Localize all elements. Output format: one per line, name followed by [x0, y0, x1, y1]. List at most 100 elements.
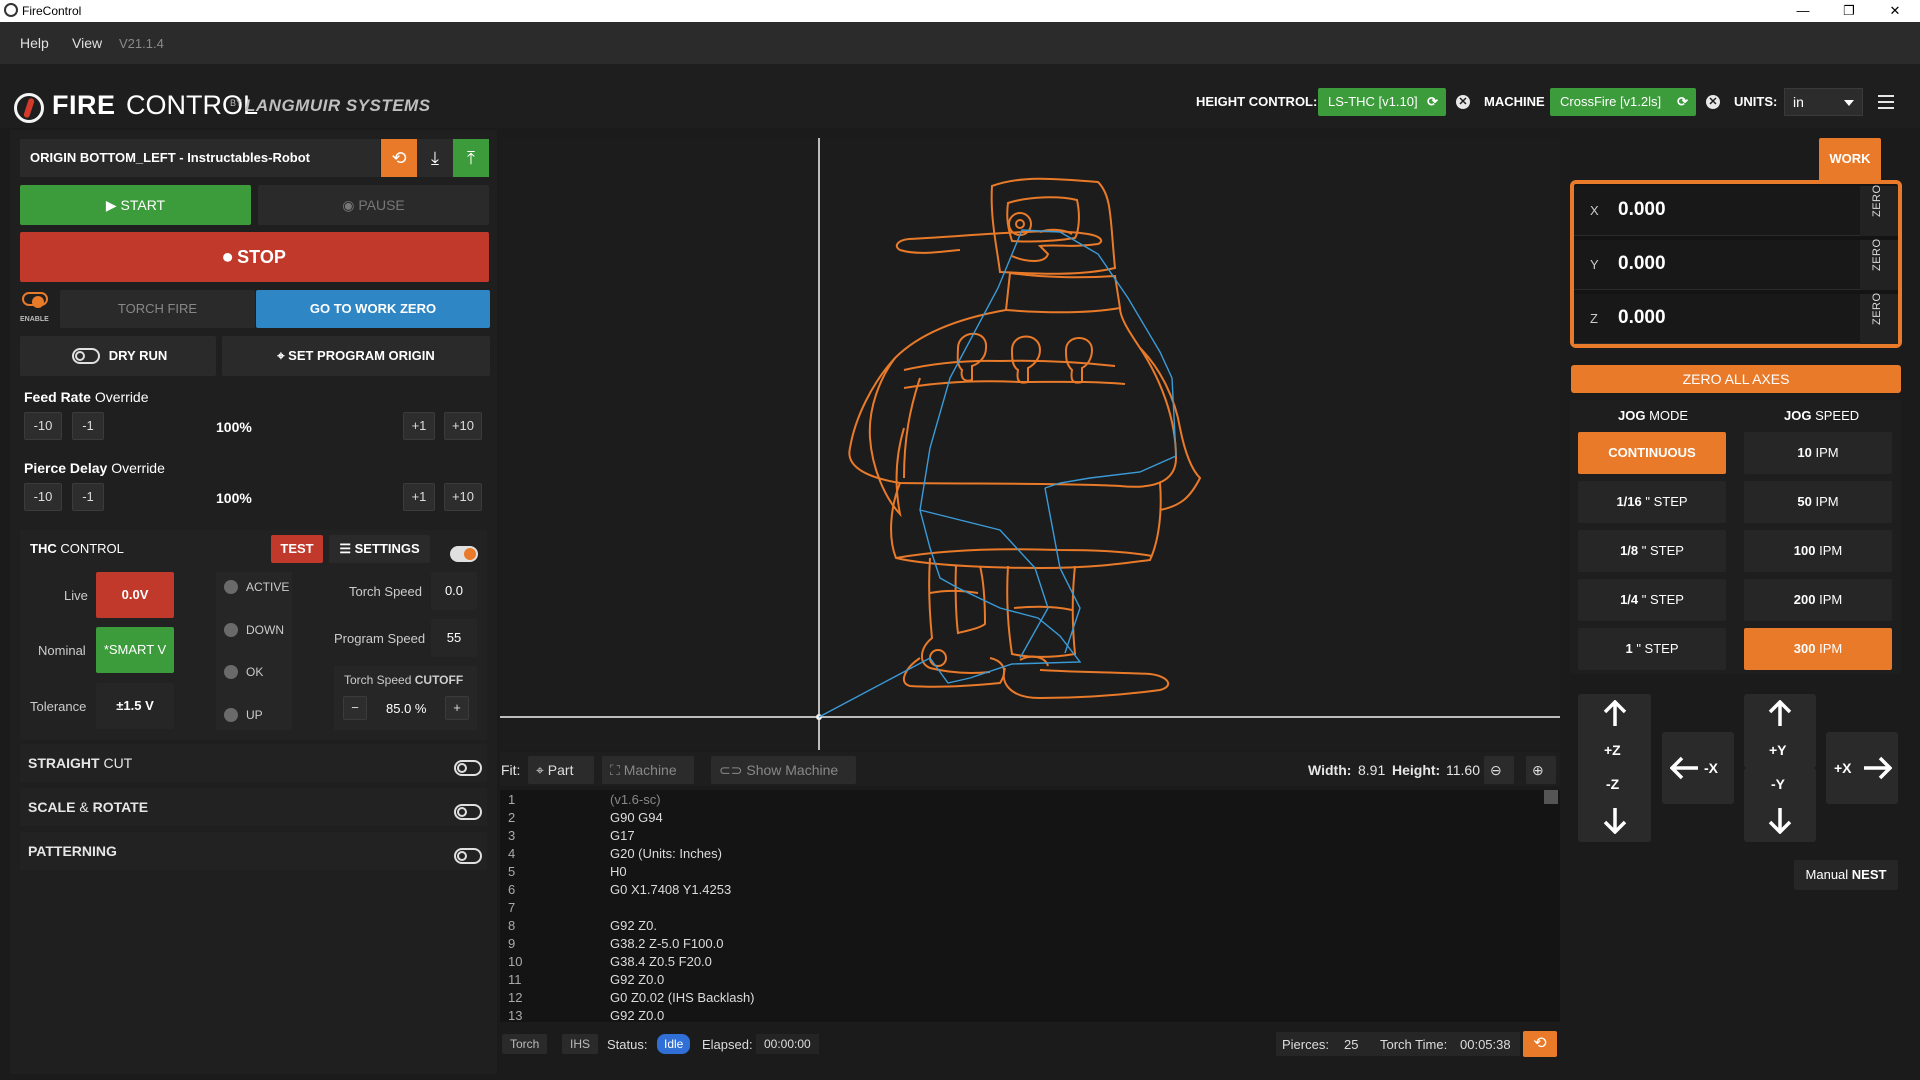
enable-toggle[interactable] — [22, 292, 48, 308]
refresh-icon: ⟳ — [1677, 94, 1688, 109]
expand-icon: ⛶ — [610, 762, 624, 778]
feed-rate-value: 100% — [216, 419, 252, 435]
show-machine-button[interactable]: ⊂⊃ Show Machine — [711, 756, 856, 784]
tolerance-value[interactable]: ±1.5 V — [96, 683, 174, 729]
units-value: in — [1793, 94, 1804, 110]
nominal-voltage[interactable]: *SMART V — [96, 627, 174, 673]
set-program-origin-button[interactable]: ⌖ SET PROGRAM ORIGIN — [222, 336, 490, 376]
jog-minus-z-button[interactable]: -Z — [1578, 768, 1651, 842]
pierce-plus1-button[interactable]: +1 — [403, 483, 435, 511]
cutoff-value: 85.0 % — [386, 701, 427, 716]
pierce-plus10-button[interactable]: +10 — [444, 483, 482, 511]
patterning-section[interactable]: PATTERNING — [20, 832, 487, 870]
pierce-delay-value: 100% — [216, 490, 252, 506]
pierce-delay-sub: Override — [111, 460, 165, 476]
gcode-scrollbar[interactable] — [1544, 790, 1558, 804]
height-control-button[interactable]: LS-THC [v1.10] ⟳ — [1318, 88, 1446, 116]
zero-all-axes-button[interactable]: ZERO ALL AXES — [1571, 365, 1901, 393]
close-window-button[interactable]: ✕ — [1872, 0, 1918, 22]
jog-speed-300[interactable]: 300 IPM — [1744, 628, 1892, 670]
height-control-label: HEIGHT CONTROL: — [1196, 94, 1318, 109]
fit-machine-button[interactable]: ⛶ Machine — [602, 756, 694, 784]
jog-plus-x-button[interactable]: +X — [1826, 732, 1898, 804]
menu-view[interactable]: View — [72, 35, 102, 51]
jog-speed-200[interactable]: 200 IPM — [1744, 579, 1892, 621]
jog-mode-continuous[interactable]: CONTINUOUS — [1578, 432, 1726, 474]
menu-help[interactable]: Help — [20, 35, 49, 51]
x-axis-value[interactable]: 0.000 — [1618, 199, 1666, 221]
window-titlebar: FireControl — ❐ ✕ — [0, 0, 1920, 22]
feed-minus10-button[interactable]: -10 — [24, 412, 62, 440]
straight-cut-section[interactable]: STRAIGHT CUT — [20, 744, 487, 782]
plus-x-label: +X — [1834, 760, 1852, 776]
status-label: Status: — [607, 1037, 648, 1052]
up-indicator-icon — [224, 708, 238, 722]
thc-settings-button[interactable]: ☰ SETTINGS — [329, 535, 430, 563]
disconnect-machine-icon[interactable]: ✕ — [1706, 95, 1720, 109]
cutoff-plus-button[interactable]: + — [445, 696, 469, 720]
thc-enable-toggle[interactable] — [450, 546, 478, 562]
restore-button[interactable]: ❐ — [1826, 0, 1872, 22]
feed-plus10-button[interactable]: +10 — [444, 412, 482, 440]
jog-mode-1-16-step[interactable]: 1/16 " STEP — [1578, 481, 1726, 523]
elapsed-label: Elapsed: — [702, 1037, 753, 1052]
origin-icon: ⌖ — [277, 348, 289, 363]
jog-mode-1-step[interactable]: 1 " STEP — [1578, 628, 1726, 670]
settings-menu-icon[interactable] — [1876, 92, 1896, 112]
live-label: Live — [64, 588, 88, 603]
toolpath-canvas[interactable] — [500, 138, 1560, 750]
zoom-in-icon[interactable]: ⊕ — [1526, 756, 1556, 784]
reset-stats-icon[interactable]: ⟲ — [1523, 1031, 1557, 1057]
jog-minus-x-button[interactable]: -X — [1662, 732, 1734, 804]
jog-speed-10[interactable]: 10 IPM — [1744, 432, 1892, 474]
minus-x-label: -X — [1704, 760, 1718, 776]
pause-button[interactable]: ◉ PAUSE — [258, 185, 489, 225]
machine-button[interactable]: CrossFire [v1.2ls] ⟳ — [1550, 88, 1696, 116]
units-select[interactable]: in — [1784, 88, 1863, 116]
stop-icon: ⏺ — [223, 247, 238, 267]
jog-mode-1-4-step[interactable]: 1/4 " STEP — [1578, 579, 1726, 621]
upload-icon[interactable]: ⤒ — [453, 139, 489, 177]
elapsed-value: 00:00:00 — [756, 1034, 819, 1054]
thc-test-button[interactable]: TEST — [271, 535, 323, 563]
scale-rotate-section[interactable]: SCALE & ROTATE — [20, 788, 487, 826]
stop-button[interactable]: ⏺ STOP — [20, 232, 489, 282]
dry-run-button[interactable]: DRY RUN — [20, 336, 216, 376]
disconnect-thc-icon[interactable]: ✕ — [1456, 95, 1470, 109]
pierce-minus1-button[interactable]: -1 — [72, 483, 104, 511]
zero-y-button[interactable]: ZERO — [1860, 238, 1898, 290]
jog-speed-50[interactable]: 50 IPM — [1744, 481, 1892, 523]
feed-plus1-button[interactable]: +1 — [403, 412, 435, 440]
zero-z-button[interactable]: ZERO — [1860, 292, 1898, 344]
jog-speed-bold: JOG — [1784, 408, 1812, 423]
zero-x-button[interactable]: ZERO — [1860, 184, 1898, 236]
download-icon[interactable]: ⤓ — [417, 139, 453, 177]
jog-plus-y-button[interactable]: +Y — [1744, 694, 1816, 768]
work-tab[interactable]: WORK — [1819, 138, 1881, 180]
torch-fire-button[interactable]: TORCH FIRE — [60, 290, 255, 328]
fit-part-button[interactable]: ⌖ Part — [528, 756, 594, 784]
cut-path — [848, 177, 1202, 700]
feed-minus1-button[interactable]: -1 — [72, 412, 104, 440]
jog-minus-y-button[interactable]: -Y — [1744, 768, 1816, 842]
minimize-button[interactable]: — — [1780, 0, 1826, 22]
jog-plus-z-button[interactable]: +Z — [1578, 694, 1651, 768]
y-axis-value[interactable]: 0.000 — [1618, 253, 1666, 275]
go-to-work-zero-button[interactable]: GO TO WORK ZERO — [256, 290, 490, 328]
arrow-left-icon — [1670, 756, 1698, 780]
z-axis-value[interactable]: 0.000 — [1618, 307, 1666, 329]
straight-cut-toggle[interactable] — [454, 760, 482, 776]
jog-mode-1-8-step[interactable]: 1/8 " STEP — [1578, 530, 1726, 572]
manual-nest-button[interactable]: Manual NEST — [1794, 860, 1898, 890]
jog-speed-100[interactable]: 100 IPM — [1744, 530, 1892, 572]
feed-rate-sub: Override — [94, 389, 149, 405]
cutoff-minus-button[interactable]: − — [343, 696, 367, 720]
zoom-out-icon[interactable]: ⊖ — [1484, 756, 1514, 784]
straight-cut-label: CUT — [103, 755, 133, 771]
start-button[interactable]: ▶ START — [20, 185, 251, 225]
gcode-listing[interactable]: 1 (v1.6-sc) 2 G90 G94 3 G17 4 G20 (Units: In… — [500, 790, 1560, 1023]
patterning-toggle[interactable] — [454, 848, 482, 864]
pierce-minus10-button[interactable]: -10 — [24, 483, 62, 511]
scale-rotate-toggle[interactable] — [454, 804, 482, 820]
undo-icon[interactable]: ⟲ — [381, 139, 417, 177]
